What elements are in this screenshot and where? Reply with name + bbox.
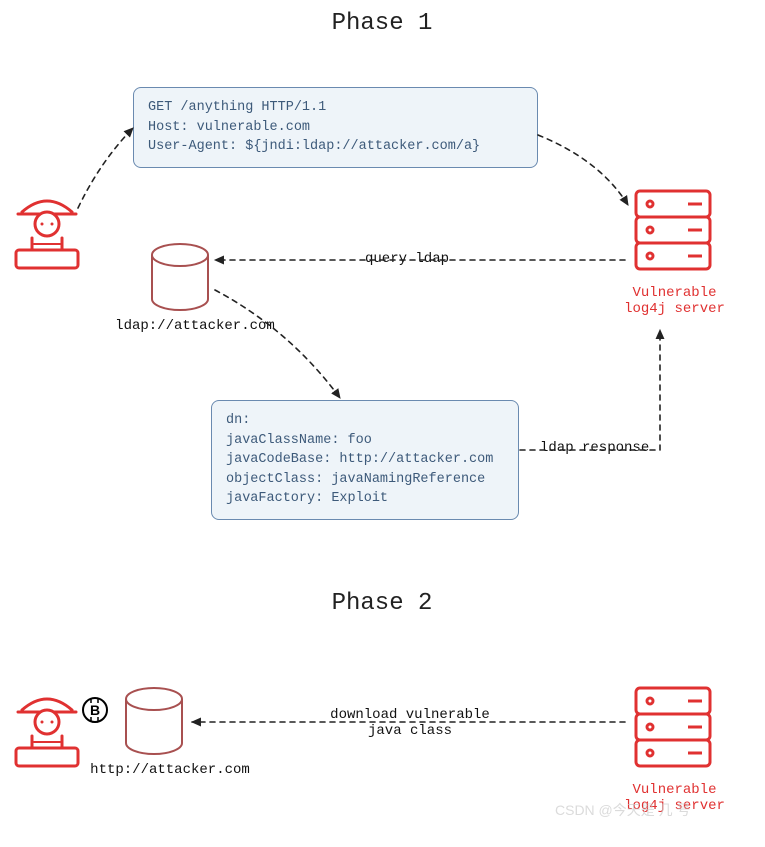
phase1-title: Phase 1 [282, 10, 482, 37]
diagram-canvas: Phase 1 Vulnerable log4j server G [0, 0, 765, 847]
http-request-box: GET /anything HTTP/1.1 Host: vulnerable.… [133, 87, 538, 168]
attacker-icon [12, 688, 82, 768]
database-icon [119, 685, 189, 765]
server-icon [628, 185, 718, 280]
query-ldap-label: query ldap [365, 251, 449, 267]
ldap-url-label: ldap://attacker.com [115, 318, 275, 334]
server1-label: Vulnerable log4j server [622, 285, 727, 317]
ldap-response-box: dn: javaClassName: foo javaCodeBase: htt… [211, 400, 519, 520]
bitcoin-icon: B [80, 695, 110, 725]
ldap-response-label: ldap response [540, 440, 649, 456]
server-icon [628, 682, 718, 777]
phase2-title: Phase 2 [282, 590, 482, 617]
database-icon [145, 241, 215, 321]
attacker-icon [12, 190, 82, 270]
svg-text:B: B [90, 702, 100, 718]
watermark: CSDN @今天是 几 号 [555, 800, 691, 820]
http-url-label: http://attacker.com [90, 762, 250, 778]
download-class-label: download vulnerable java class [310, 707, 510, 739]
